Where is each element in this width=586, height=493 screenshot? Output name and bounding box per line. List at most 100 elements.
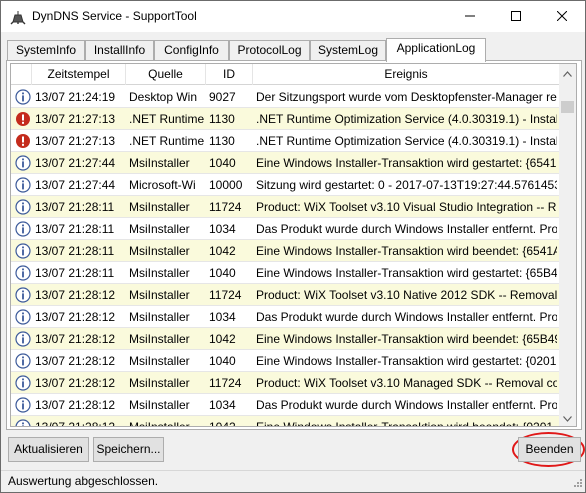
cell-source: MsiInstaller bbox=[129, 288, 190, 302]
cell-timestamp: 13/07 21:28:11 bbox=[35, 244, 115, 258]
cell-timestamp: 13/07 21:28:11 bbox=[35, 266, 115, 280]
table-row[interactable]: 13/07 21:27:44 Microsoft-Wi 10000 Sitzung w… bbox=[11, 174, 559, 196]
info-icon bbox=[15, 353, 31, 369]
status-bar: Auswertung abgeschlossen. bbox=[1, 470, 585, 492]
table-row[interactable]: 13/07 21:28:12 MsiInstaller 1040 Eine Windo… bbox=[11, 350, 559, 372]
header-icon-column[interactable] bbox=[11, 64, 32, 85]
cell-timestamp: 13/07 21:28:12 bbox=[35, 354, 116, 368]
vertical-scrollbar[interactable] bbox=[559, 64, 576, 426]
tab-systeminfo[interactable]: SystemInfo bbox=[7, 40, 85, 61]
cell-event: Eine Windows Installer-Transaktion wird … bbox=[256, 266, 557, 280]
table-row[interactable]: 13/07 21:28:12 MsiInstaller 11724 Product: … bbox=[11, 284, 559, 306]
info-icon bbox=[15, 199, 31, 215]
cell-source: Desktop Win bbox=[129, 90, 198, 104]
tab-configinfo[interactable]: ConfigInfo bbox=[154, 40, 229, 61]
minimize-icon bbox=[465, 10, 475, 24]
maximize-button[interactable] bbox=[493, 1, 539, 32]
window-title: DynDNS Service - SupportTool bbox=[32, 9, 197, 23]
table-row[interactable]: 13/07 21:28:12 MsiInstaller 11724 Product: … bbox=[11, 372, 559, 394]
table-row[interactable]: 13/07 21:28:12 MsiInstaller 1042 Eine Windo… bbox=[11, 416, 559, 427]
tab-protocollog[interactable]: ProtocolLog bbox=[229, 40, 310, 61]
info-icon bbox=[15, 177, 31, 193]
cell-id: 11724 bbox=[209, 288, 242, 302]
cell-event: Product: WiX Toolset v3.10 Native 2012 S… bbox=[256, 288, 557, 302]
cell-event: Sitzung wird gestartet: 0 - 2017-07-13T1… bbox=[256, 178, 557, 192]
close-button[interactable] bbox=[539, 1, 585, 32]
cell-timestamp: 13/07 21:28:12 bbox=[35, 310, 116, 324]
grid-header: Zeitstempel Quelle ID Ereignis bbox=[11, 64, 559, 85]
cell-id: 9027 bbox=[209, 90, 236, 104]
maximize-icon bbox=[511, 10, 521, 24]
table-row[interactable]: 13/07 21:28:11 MsiInstaller 1034 Das Produk… bbox=[11, 218, 559, 240]
cell-timestamp: 13/07 21:28:12 bbox=[35, 398, 116, 412]
cell-source: MsiInstaller bbox=[129, 354, 190, 368]
tab-systemlog[interactable]: SystemLog bbox=[310, 40, 386, 61]
scroll-up-button[interactable] bbox=[559, 64, 576, 81]
event-grid[interactable]: Zeitstempel Quelle ID Ereignis 13/07 21:… bbox=[10, 63, 577, 427]
cell-id: 11724 bbox=[209, 376, 242, 390]
resize-grip-icon[interactable] bbox=[571, 478, 583, 490]
table-row[interactable]: 13/07 21:24:19 Desktop Win 9027 Der Sitzung… bbox=[11, 86, 559, 108]
table-row[interactable]: 13/07 21:28:11 MsiInstaller 1042 Eine Windo… bbox=[11, 240, 559, 262]
table-row[interactable]: 13/07 21:28:12 MsiInstaller 1042 Eine Windo… bbox=[11, 328, 559, 350]
header-quelle[interactable]: Quelle bbox=[126, 64, 206, 85]
header-zeitstempel[interactable]: Zeitstempel bbox=[32, 64, 126, 85]
cell-event: Eine Windows Installer-Transaktion wird … bbox=[256, 420, 554, 427]
table-row[interactable]: 13/07 21:27:44 MsiInstaller 1040 Eine Windo… bbox=[11, 152, 559, 174]
cell-id: 1042 bbox=[209, 332, 236, 346]
cell-event: .NET Runtime Optimization Service (4.0.3… bbox=[256, 112, 557, 126]
tab-installinfo[interactable]: InstallInfo bbox=[85, 40, 154, 61]
cell-event: .NET Runtime Optimization Service (4.0.3… bbox=[256, 134, 557, 148]
scroll-down-button[interactable] bbox=[559, 409, 576, 426]
title-bar[interactable]: DynDNS Service - SupportTool bbox=[1, 1, 585, 32]
cell-id: 1040 bbox=[209, 156, 236, 170]
grid-rows: 13/07 21:24:19 Desktop Win 9027 Der Sitzung… bbox=[11, 86, 559, 427]
cell-source: MsiInstaller bbox=[129, 310, 190, 324]
info-icon bbox=[15, 375, 31, 391]
table-row[interactable]: 13/07 21:28:11 MsiInstaller 1040 Eine Windo… bbox=[11, 262, 559, 284]
cell-id: 1042 bbox=[209, 420, 236, 427]
cell-timestamp: 13/07 21:28:12 bbox=[35, 288, 116, 302]
header-ereignis[interactable]: Ereignis bbox=[253, 64, 559, 85]
cell-id: 1040 bbox=[209, 354, 236, 368]
cell-event: Eine Windows Installer-Transaktion wird … bbox=[256, 332, 557, 346]
info-icon bbox=[15, 221, 31, 237]
cell-event: Das Produkt wurde durch Windows Installe… bbox=[256, 398, 557, 412]
cell-event: Product: WiX Toolset v3.10 Managed SDK -… bbox=[256, 376, 557, 390]
table-row[interactable]: 13/07 21:28:11 MsiInstaller 11724 Product: … bbox=[11, 196, 559, 218]
table-row[interactable]: 13/07 21:28:12 MsiInstaller 1034 Das Produk… bbox=[11, 394, 559, 416]
cell-id: 1130 bbox=[209, 112, 235, 126]
cell-source: MsiInstaller bbox=[129, 398, 190, 412]
table-row[interactable]: 13/07 21:28:12 MsiInstaller 1034 Das Produk… bbox=[11, 306, 559, 328]
cell-source: MsiInstaller bbox=[129, 420, 190, 427]
table-row[interactable]: 13/07 21:27:13 .NET Runtime 1130 .NET Runti… bbox=[11, 130, 559, 152]
cell-event: Eine Windows Installer-Transaktion wird … bbox=[256, 156, 557, 170]
app-icon bbox=[10, 9, 26, 25]
close-icon bbox=[556, 10, 568, 24]
table-row[interactable]: 13/07 21:27:13 .NET Runtime 1130 .NET Runti… bbox=[11, 108, 559, 130]
header-id[interactable]: ID bbox=[206, 64, 253, 85]
cell-timestamp: 13/07 21:28:11 bbox=[35, 222, 115, 236]
cell-event: Das Produkt wurde durch Windows Installe… bbox=[256, 222, 557, 236]
save-button[interactable]: Speichern... bbox=[93, 437, 164, 462]
refresh-button[interactable]: Aktualisieren bbox=[8, 437, 89, 462]
cell-source: MsiInstaller bbox=[129, 200, 190, 214]
cell-timestamp: 13/07 21:28:12 bbox=[35, 332, 116, 346]
tab-applicationlog[interactable]: ApplicationLog bbox=[386, 38, 486, 62]
info-icon bbox=[15, 331, 31, 347]
cell-source: MsiInstaller bbox=[129, 266, 190, 280]
status-text: Auswertung abgeschlossen. bbox=[8, 474, 159, 488]
app-window: DynDNS Service - SupportTool SystemInfo … bbox=[0, 0, 586, 493]
tab-strip: SystemInfo InstallInfo ConfigInfo Protoc… bbox=[7, 38, 583, 62]
minimize-button[interactable] bbox=[447, 1, 493, 32]
quit-button[interactable]: Beenden bbox=[518, 437, 581, 462]
error-icon bbox=[15, 111, 31, 127]
info-icon bbox=[15, 287, 31, 303]
chevron-up-icon bbox=[563, 66, 572, 80]
cell-id: 11724 bbox=[209, 200, 242, 214]
cell-timestamp: 13/07 21:24:19 bbox=[35, 90, 116, 104]
scrollbar-thumb[interactable] bbox=[561, 101, 574, 113]
info-icon bbox=[15, 265, 31, 281]
cell-timestamp: 13/07 21:28:12 bbox=[35, 376, 116, 390]
cell-timestamp: 13/07 21:28:12 bbox=[35, 420, 116, 427]
